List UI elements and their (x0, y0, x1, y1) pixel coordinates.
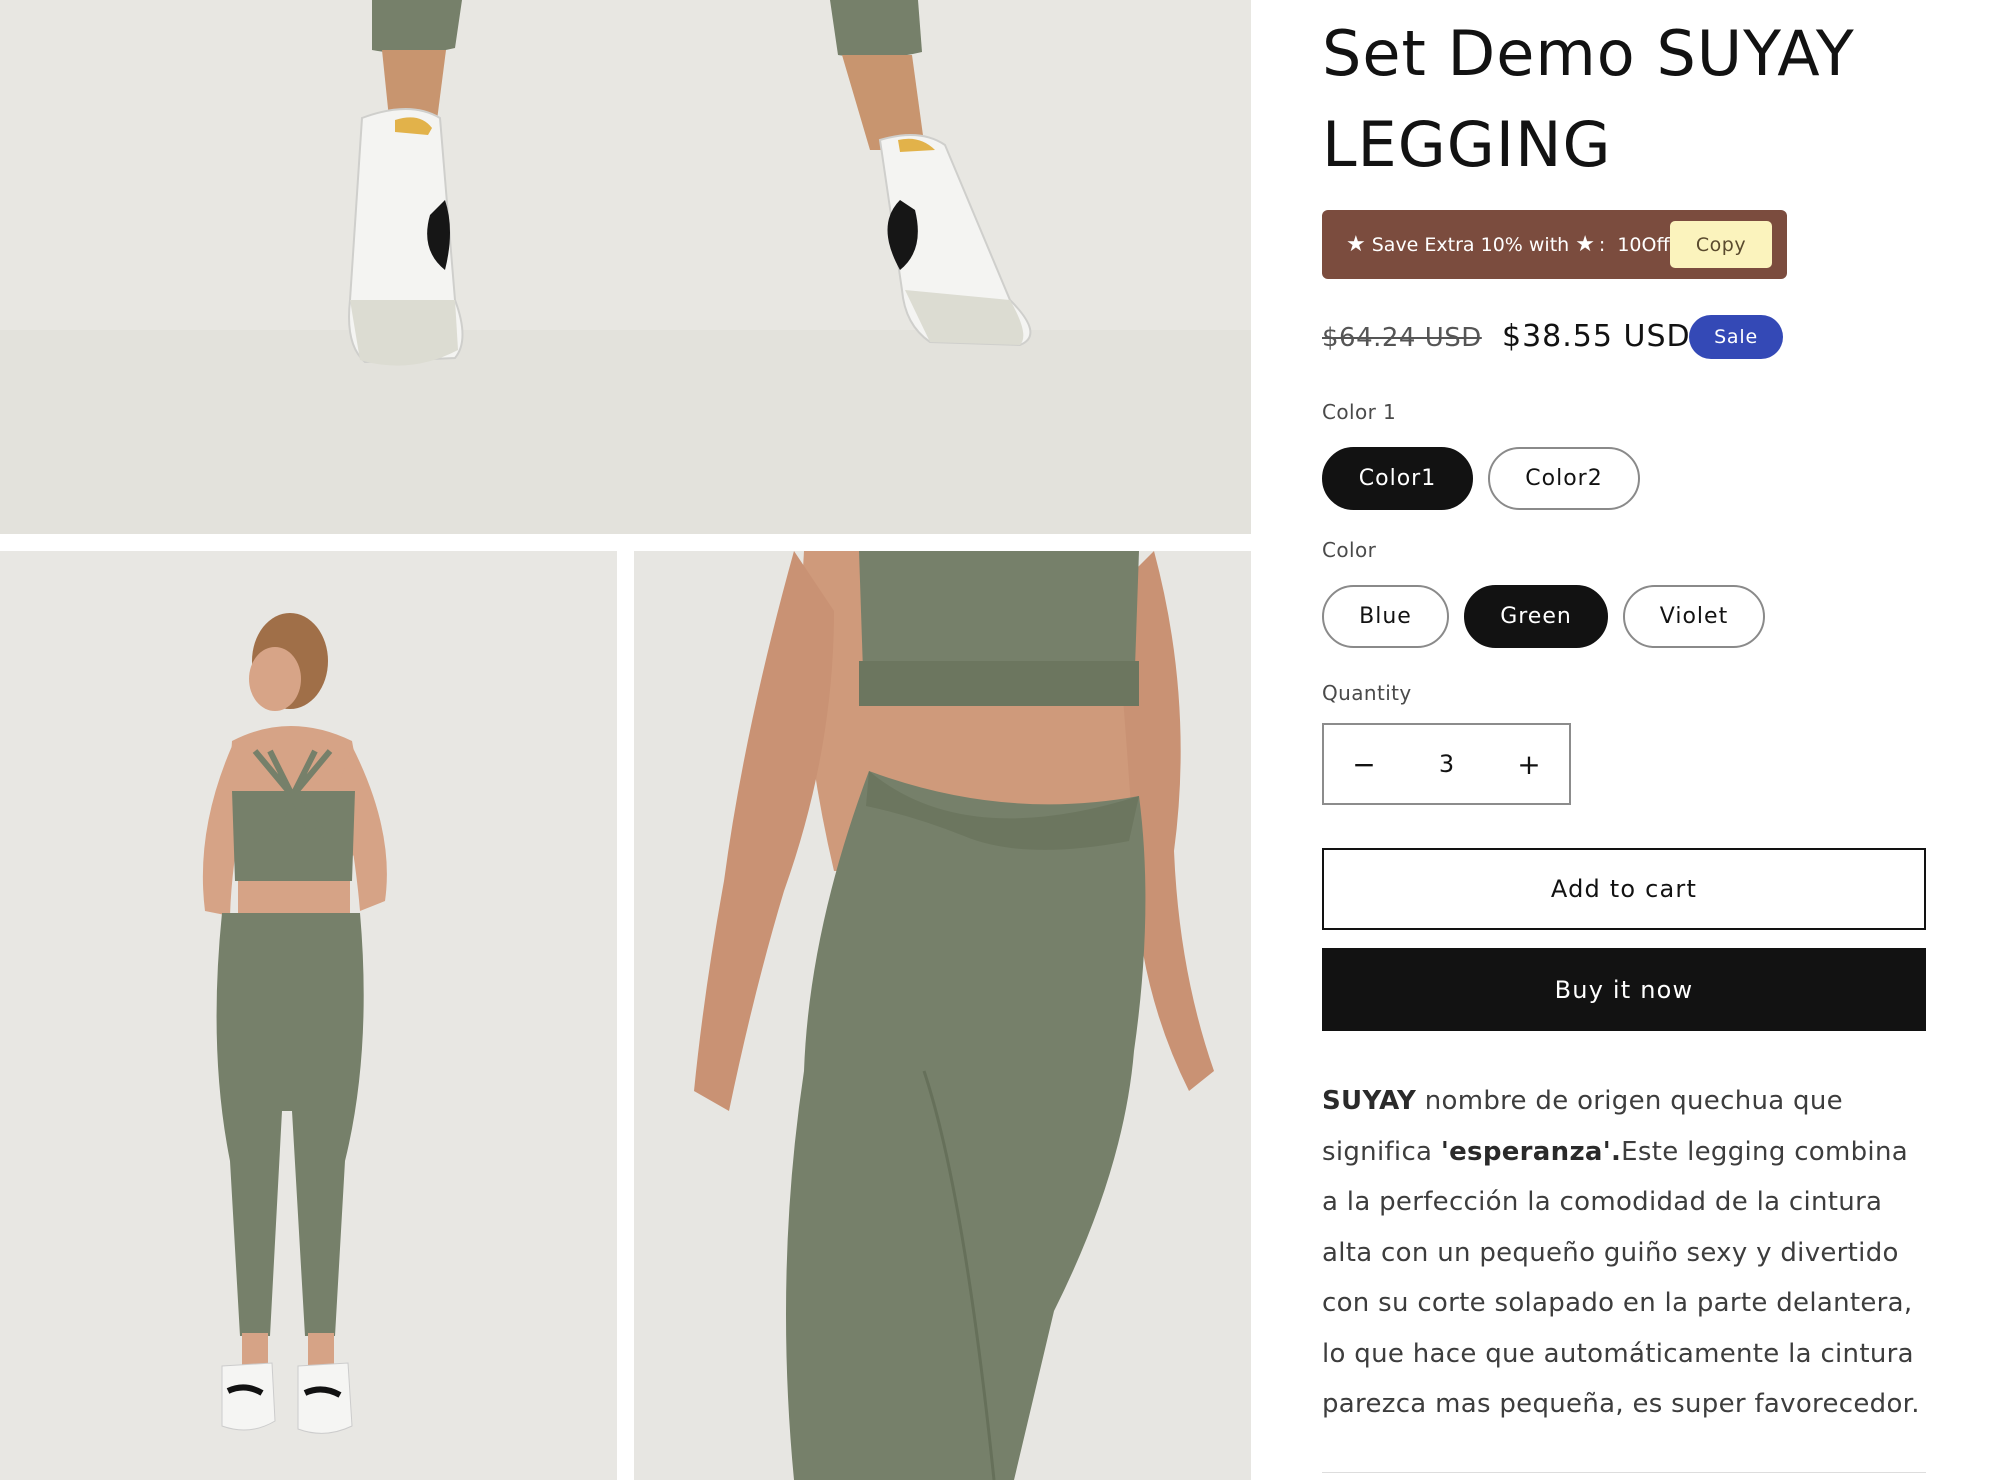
sneakers-photo (0, 0, 1251, 534)
option-violet[interactable]: Violet (1623, 585, 1765, 648)
product-image-back-view[interactable] (0, 551, 617, 1480)
product-description: SUYAY nombre de origen quechua que signi… (1322, 1076, 1926, 1430)
discount-separator: : (1598, 233, 1606, 256)
product-image-sneakers[interactable] (0, 0, 1251, 534)
sale-price: $38.55 USD (1502, 319, 1691, 354)
front-view-photo (634, 551, 1251, 1480)
product-title: Set Demo SUYAY LEGGING (1322, 17, 1855, 181)
plus-icon[interactable]: + (1489, 725, 1569, 803)
option-blue[interactable]: Blue (1322, 585, 1449, 648)
quantity-label: Quantity (1322, 681, 1412, 705)
back-view-photo (0, 551, 617, 1480)
discount-text: Save Extra 10% with (1371, 233, 1570, 256)
minus-icon[interactable]: − (1324, 725, 1404, 803)
quantity-stepper: − + (1322, 723, 1571, 805)
divider (1322, 1472, 1926, 1473)
option-color2[interactable]: Color2 (1488, 447, 1640, 510)
quantity-input[interactable] (1404, 725, 1489, 803)
description-text-2: Este legging combina a la perfección la … (1322, 1136, 1920, 1420)
product-image-front-view[interactable] (634, 551, 1251, 1480)
buy-now-button[interactable]: Buy it now (1322, 948, 1926, 1031)
option-green[interactable]: Green (1464, 585, 1608, 648)
price-block: $64.24 USD $38.55 USD Sale (1322, 313, 1926, 363)
sale-badge: Sale (1689, 315, 1783, 359)
star-icon: ★ (1346, 232, 1366, 257)
add-to-cart-button[interactable]: Add to cart (1322, 848, 1926, 930)
description-bold-brand: SUYAY (1322, 1086, 1417, 1116)
discount-code: 10Off (1617, 233, 1670, 256)
option-label-color: Color (1322, 538, 1377, 562)
product-page: Set Demo SUYAY LEGGING ★ Save Extra 10% … (0, 0, 2000, 1480)
star-icon: ★ (1575, 232, 1595, 257)
discount-banner: ★ Save Extra 10% with ★ : 10Off Copy (1322, 210, 1787, 279)
description-bold-meaning: 'esperanza'. (1440, 1136, 1622, 1167)
copy-code-button[interactable]: Copy (1670, 221, 1772, 268)
option-label-color-1: Color 1 (1322, 400, 1397, 424)
regular-price: $64.24 USD (1322, 323, 1482, 353)
option-color1[interactable]: Color1 (1322, 447, 1473, 510)
